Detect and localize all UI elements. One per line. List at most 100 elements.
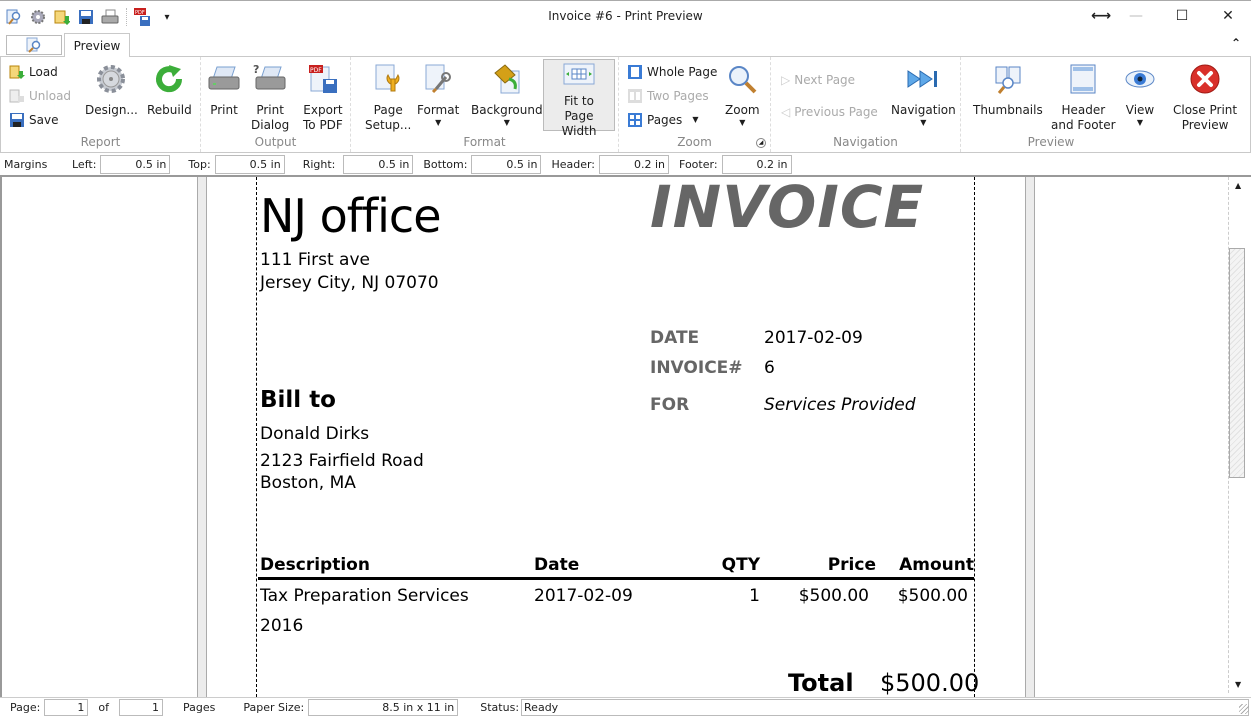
paint-bucket-icon [494, 64, 520, 94]
scroll-up-icon[interactable]: ▲ [1235, 181, 1241, 190]
window-title: Invoice #6 - Print Preview [548, 9, 703, 23]
thumbnails-icon [995, 66, 1021, 94]
whole-page-button[interactable]: Whole Page [627, 62, 717, 82]
margin-header-input[interactable]: 0.2 in [599, 154, 670, 174]
print-dialog-icon: ? [253, 63, 286, 90]
margin-footer-label: Footer: [679, 157, 718, 171]
margin-left-field: Left: 0.5 in [72, 154, 171, 174]
next-page-button[interactable]: ▷ Next Page [781, 70, 855, 90]
format-button[interactable]: Format ▼ [417, 61, 459, 128]
total-pages-field: 1 [118, 698, 163, 716]
minimize-button[interactable]: — [1113, 1, 1159, 31]
paper-size-field: 8.5 in x 11 in [308, 698, 459, 716]
ribbon-group-preview: Thumbnails Header and Footer View ▼ Clos… [961, 57, 1251, 152]
margins-bar: Margins Left: 0.5 in Top: 0.5 in Right: … [0, 153, 1251, 177]
current-page-input[interactable]: 1 [44, 698, 89, 716]
tab-preview[interactable]: Preview [64, 33, 130, 58]
scrollbar-thumb[interactable] [1229, 248, 1245, 478]
margin-footer-input[interactable]: 0.2 in [721, 154, 792, 174]
invoice-page: NJ office 111 First ave Jersey City, NJ … [208, 177, 1025, 697]
margin-bottom-input[interactable]: 0.5 in [471, 154, 542, 174]
margin-left-label: Left: [72, 157, 97, 171]
ribbon-group-report: Load Unload Save Design... Rebuild Repor… [1, 57, 201, 152]
resize-grip-icon[interactable] [1239, 704, 1249, 714]
view-button[interactable]: View ▼ [1123, 61, 1157, 128]
column-header-amount: Amount [899, 555, 974, 575]
item-description-line-2: 2016 [260, 616, 304, 636]
invoice-number-label: INVOICE# [650, 358, 743, 378]
gear-icon [97, 65, 126, 93]
scroll-down-icon[interactable]: ▼ [1235, 680, 1241, 689]
thumbnails-label: Thumbnails [973, 103, 1043, 117]
item-description: Tax Preparation Services [260, 586, 469, 606]
background-button[interactable]: Background ▼ [471, 61, 543, 128]
rebuild-label: Rebuild [147, 103, 192, 117]
resize-horizontal-icon[interactable]: ⟷ [1089, 1, 1113, 31]
refresh-icon [156, 65, 183, 93]
unload-button[interactable]: Unload [9, 86, 71, 106]
total-amount: $500.00 [880, 669, 980, 697]
print-label: Print [210, 103, 238, 117]
rebuild-button[interactable]: Rebuild [147, 61, 192, 118]
two-pages-button[interactable]: Two Pages [627, 86, 709, 106]
margin-footer-field: Footer: 0.2 in [679, 154, 792, 174]
format-label: Format [417, 103, 460, 117]
dropdown-caret-icon: ▼ [435, 118, 442, 127]
vertical-scrollbar[interactable]: ▲ ▼ [1228, 177, 1250, 693]
print-button[interactable]: Print [207, 61, 241, 118]
navigation-button[interactable]: Navigation ▼ [891, 61, 956, 128]
item-date: 2017-02-09 [534, 586, 633, 606]
left-page-gutter [198, 177, 207, 697]
save-button[interactable]: Save [9, 110, 58, 130]
group-label-navigation: Navigation [833, 135, 898, 149]
invoice-date: 2017-02-09 [764, 328, 863, 348]
design-label: Design... [85, 103, 138, 117]
bill-address-2: Boston, MA [260, 473, 356, 493]
status-value: Ready [521, 698, 1249, 716]
page-setup-icon [375, 64, 400, 92]
page-setup-button[interactable]: Page Setup... [365, 61, 411, 133]
close-print-preview-button[interactable]: Close Print Preview [1173, 61, 1237, 133]
load-button[interactable]: Load [9, 62, 58, 82]
previous-page-button[interactable]: ◁ Previous Page [781, 102, 878, 122]
margin-top-label: Top: [188, 157, 211, 171]
design-button[interactable]: Design... [85, 61, 138, 118]
zoom-button[interactable]: Zoom ▼ [725, 61, 760, 128]
print-dialog-label-2: Dialog [251, 118, 290, 132]
export-pdf-button[interactable]: PDF Export To PDF [303, 61, 343, 133]
magnifier-icon [729, 66, 757, 94]
navigation-label: Navigation [891, 103, 956, 117]
company-address-2: Jersey City, NJ 07070 [260, 273, 439, 293]
print-dialog-button[interactable]: ? Print Dialog [251, 61, 289, 133]
margin-top-input[interactable]: 0.5 in [214, 154, 285, 174]
save-icon [10, 113, 24, 127]
background-label: Background [471, 103, 543, 117]
margin-right-input[interactable]: 0.5 in [343, 154, 414, 174]
close-window-button[interactable]: ✕ [1205, 1, 1251, 31]
fit-width-icon [563, 63, 595, 85]
application-menu-tab[interactable] [6, 35, 62, 55]
group-label-format: Format [463, 135, 506, 149]
collapse-ribbon-icon[interactable]: ⌃ [1231, 36, 1241, 50]
header-footer-label-1: Header [1061, 103, 1106, 117]
status-bar: Page: 1 of 1 Pages Paper Size: 8.5 in x … [0, 697, 1251, 716]
company-address-1: 111 First ave [260, 250, 370, 270]
pages-button[interactable]: Pages ▼ [627, 110, 698, 130]
group-label-output: Output [254, 135, 297, 149]
company-name: NJ office [260, 189, 442, 243]
bill-address-1: 2123 Fairfield Road [260, 451, 424, 471]
page-setup-label-2: Setup... [365, 118, 412, 132]
thumbnails-button[interactable]: Thumbnails [973, 61, 1043, 118]
maximize-button[interactable]: ☐ [1159, 1, 1205, 31]
bill-to-heading: Bill to [260, 387, 336, 413]
unload-icon [9, 89, 24, 103]
date-label: DATE [650, 328, 700, 348]
fit-to-page-width-button[interactable]: Fit to Page Width [543, 59, 615, 138]
print-dialog-label-1: Print [256, 103, 284, 117]
header-footer-button[interactable]: Header and Footer [1051, 61, 1116, 133]
margin-bottom-label: Bottom: [423, 157, 468, 171]
ribbon-group-zoom: Whole Page Two Pages Pages ▼ Zoom ▼ ◢ Zo… [619, 57, 771, 152]
margin-left-input[interactable]: 0.5 in [100, 154, 171, 174]
item-qty: 1 [749, 586, 760, 606]
total-label: Total [788, 669, 854, 697]
